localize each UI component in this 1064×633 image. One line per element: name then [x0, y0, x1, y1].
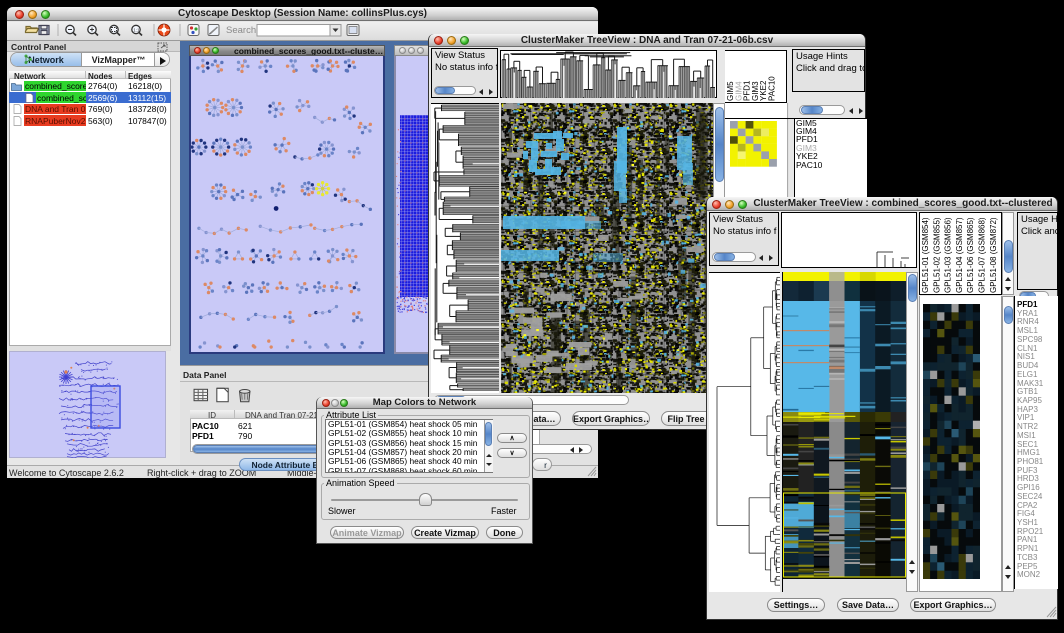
- svg-text:PAC10: PAC10: [768, 76, 777, 101]
- svg-text:1:1: 1:1: [133, 28, 140, 33]
- svg-text:GPL51-08 (GSM872): GPL51-08 (GSM872): [989, 217, 998, 293]
- svg-text:GPL51-06 (GSM865): GPL51-06 (GSM865): [966, 217, 975, 293]
- svg-text:GPL51-07 (GSM868): GPL51-07 (GSM868): [978, 217, 987, 293]
- svg-text:GPL51-02 (GSM855): GPL51-02 (GSM855): [932, 217, 941, 293]
- svg-text:GPL51-03 (GSM856): GPL51-03 (GSM856): [944, 217, 953, 293]
- svg-text:GPL51-01 (GSM854): GPL51-01 (GSM854): [921, 217, 930, 293]
- svg-text:Search:: Search:: [226, 25, 259, 36]
- svg-text:GPL51-04 (GSM857): GPL51-04 (GSM857): [955, 217, 964, 293]
